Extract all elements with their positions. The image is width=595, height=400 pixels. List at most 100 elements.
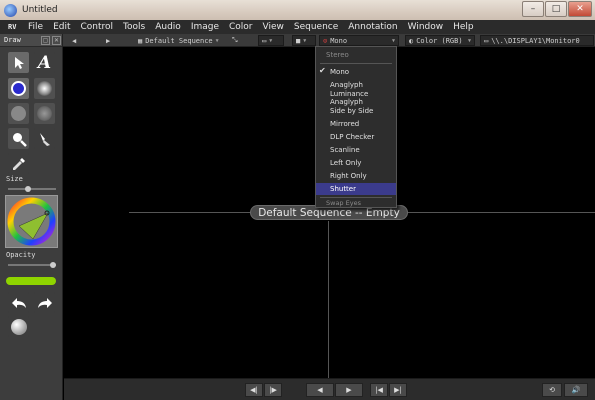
play-backward-icon: ◀ bbox=[317, 386, 323, 394]
close-button[interactable]: ✕ bbox=[568, 1, 592, 17]
sequence-selector[interactable]: ▦ Default Sequence ▼ bbox=[138, 35, 219, 46]
stereo-option-right-only[interactable]: Right Only bbox=[316, 170, 396, 182]
menu-image[interactable]: Image bbox=[191, 22, 219, 32]
close-panel-icon[interactable]: ✕ bbox=[52, 36, 61, 45]
window-titlebar: Untitled – □ ✕ bbox=[0, 0, 595, 20]
text-tool-button[interactable]: A bbox=[34, 52, 55, 73]
background-swatch-icon: ■ bbox=[296, 36, 301, 45]
wipe-tool-icon[interactable]: ⤡ bbox=[232, 35, 238, 46]
play-forward-button[interactable]: ▶ bbox=[335, 383, 363, 397]
go-to-end-button[interactable]: ▶| bbox=[389, 383, 407, 397]
back-arrow-icon[interactable]: ◀ bbox=[72, 35, 76, 46]
menu-annotation[interactable]: Annotation bbox=[348, 22, 397, 32]
size-slider[interactable] bbox=[8, 186, 56, 192]
chevron-down-icon: ▼ bbox=[303, 37, 307, 44]
float-icon[interactable]: ▢ bbox=[41, 36, 50, 45]
hard-brush-icon bbox=[11, 81, 26, 96]
stereo-option-side-by-side[interactable]: Side by Side bbox=[316, 105, 396, 117]
play-forward-icon: ▶ bbox=[346, 386, 352, 394]
maximize-button[interactable]: □ bbox=[545, 1, 567, 17]
monitor-icon: ▭ bbox=[484, 36, 489, 45]
hard-eraser-icon bbox=[11, 106, 26, 121]
menu-edit[interactable]: Edit bbox=[53, 22, 70, 32]
menu-control[interactable]: Control bbox=[81, 22, 114, 32]
go-to-end-icon: ▶| bbox=[394, 386, 402, 394]
forward-arrow-icon[interactable]: ▶ bbox=[106, 35, 110, 46]
stereo-option-dlp-checker[interactable]: DLP Checker bbox=[316, 131, 396, 143]
step-forward-button[interactable]: |▶ bbox=[264, 383, 282, 397]
stereo-option-left-only[interactable]: Left Only bbox=[316, 157, 396, 169]
go-to-start-button[interactable]: |◀ bbox=[370, 383, 388, 397]
menu-color[interactable]: Color bbox=[229, 22, 253, 32]
soft-eraser-button[interactable] bbox=[34, 103, 55, 124]
volume-button[interactable]: 🔊 bbox=[564, 383, 588, 397]
stereo-option-shutter[interactable]: Shutter bbox=[316, 183, 396, 195]
size-slider-knob[interactable] bbox=[25, 186, 31, 192]
go-to-start-icon: |◀ bbox=[375, 386, 383, 394]
minimize-button[interactable]: – bbox=[522, 1, 544, 17]
hard-brush-button[interactable] bbox=[8, 78, 29, 99]
stereo-icon: ⊙ bbox=[323, 36, 328, 45]
redo-arrow-icon bbox=[37, 297, 52, 308]
menu-help[interactable]: Help bbox=[453, 22, 474, 32]
display-selector[interactable]: ▭ \\.\DISPLAY1\Monitor0 bbox=[480, 35, 594, 46]
app-icon bbox=[4, 3, 17, 17]
size-label: Size bbox=[6, 175, 23, 183]
chevron-down-icon: ▼ bbox=[215, 37, 219, 44]
redo-button[interactable] bbox=[34, 292, 55, 313]
opacity-slider[interactable] bbox=[8, 262, 56, 268]
stereo-dropdown-menu: Stereo ✔ Mono Anaglyph Luminance Anaglyph… bbox=[315, 46, 397, 208]
stereo-menu-header: Stereo bbox=[326, 51, 349, 59]
stereo-option-mono[interactable]: ✔ Mono bbox=[316, 66, 396, 78]
menu-audio[interactable]: Audio bbox=[155, 22, 181, 32]
eyedropper-button[interactable] bbox=[8, 153, 29, 174]
loop-icon: ⟲ bbox=[549, 386, 555, 394]
hard-eraser-button[interactable] bbox=[8, 103, 29, 124]
playback-bar: ◀| |▶ ◀ ▶ |◀ ▶| ⟲ 🔊 bbox=[64, 378, 595, 400]
soft-brush-button[interactable] bbox=[34, 78, 55, 99]
menu-tools[interactable]: Tools bbox=[123, 22, 145, 32]
stereo-selector[interactable]: ⊙ Mono ▼ bbox=[319, 35, 399, 46]
speaker-icon: 🔊 bbox=[571, 386, 581, 394]
stereo-option-scanline[interactable]: Scanline bbox=[316, 144, 396, 156]
menu-file[interactable]: File bbox=[28, 22, 43, 32]
stereo-option-luminance-anaglyph[interactable]: Luminance Anaglyph bbox=[316, 90, 396, 106]
chevron-down-icon: ▼ bbox=[467, 37, 471, 44]
undo-arrow-icon bbox=[11, 297, 26, 308]
stereo-option-swap-eyes: Swap Eyes bbox=[326, 199, 361, 207]
stereo-selector-label: Mono bbox=[330, 36, 348, 45]
smudge-tool-button[interactable] bbox=[34, 128, 55, 149]
draw-panel-title: Draw bbox=[4, 36, 21, 44]
loop-mode-button[interactable]: ⟲ bbox=[542, 383, 562, 397]
draw-panel: Draw ▢ ✕ A Size Opacity bbox=[0, 34, 63, 400]
stereo-option-mirrored[interactable]: Mirrored bbox=[316, 118, 396, 130]
step-forward-icon: |▶ bbox=[269, 386, 277, 394]
layout-selector[interactable]: ▭ ▼ bbox=[258, 35, 284, 46]
play-backward-button[interactable]: ◀ bbox=[306, 383, 334, 397]
step-back-button[interactable]: ◀| bbox=[245, 383, 263, 397]
menu-sequence[interactable]: Sequence bbox=[294, 22, 338, 32]
undo-button[interactable] bbox=[8, 292, 29, 313]
chevron-down-icon: ▼ bbox=[391, 37, 395, 44]
magnifier-icon bbox=[12, 132, 27, 147]
clear-button[interactable] bbox=[8, 316, 29, 337]
text-tool-icon: A bbox=[37, 52, 52, 73]
eyedropper-icon bbox=[12, 157, 25, 170]
background-selector[interactable]: ■ ▼ bbox=[292, 35, 316, 46]
checkmark-icon: ✔ bbox=[319, 66, 326, 75]
menu-view[interactable]: View bbox=[263, 22, 284, 32]
rv-logo: RV bbox=[8, 23, 17, 31]
magnifier-tool-button[interactable] bbox=[8, 128, 29, 149]
color-selector[interactable]: ◐ Color (RGB) ▼ bbox=[405, 35, 475, 46]
select-tool-button[interactable] bbox=[8, 52, 29, 73]
menu-window[interactable]: Window bbox=[408, 22, 444, 32]
soft-brush-icon bbox=[37, 81, 52, 96]
current-color-swatch[interactable] bbox=[6, 277, 56, 285]
color-wheel[interactable] bbox=[5, 195, 58, 248]
step-back-icon: ◀| bbox=[250, 386, 258, 394]
color-selector-label: Color (RGB) bbox=[416, 36, 463, 45]
soft-eraser-icon bbox=[37, 106, 52, 121]
opacity-slider-knob[interactable] bbox=[50, 262, 56, 268]
sequence-selector-label: Default Sequence bbox=[145, 36, 213, 45]
display-selector-label: \\.\DISPLAY1\Monitor0 bbox=[491, 36, 580, 45]
